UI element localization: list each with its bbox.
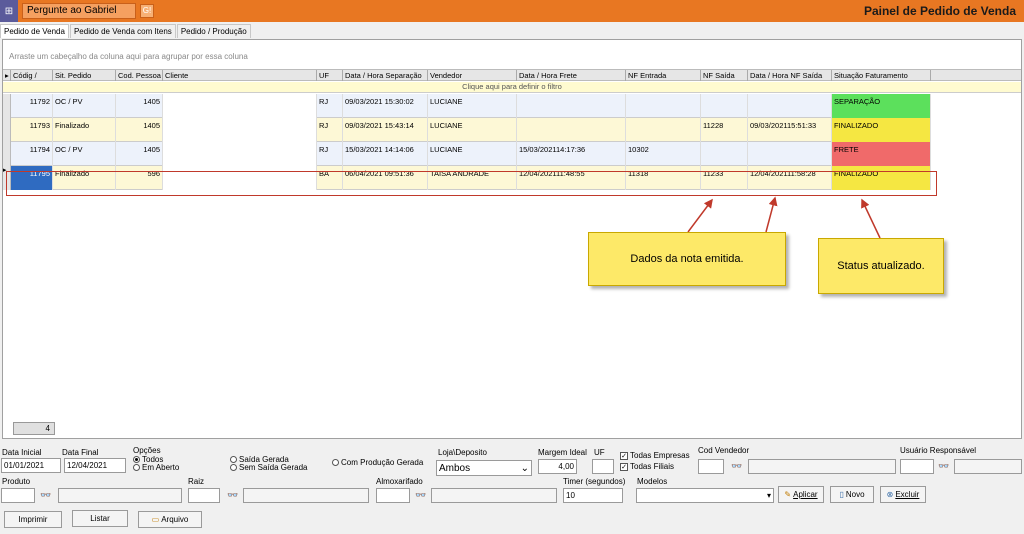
timer-label: Timer (segundos) [563,477,626,486]
aplicar-button[interactable]: ✎ Aplicar [778,486,824,503]
uf-input[interactable] [592,459,614,474]
binoculars-icon[interactable]: 👓 [40,490,51,501]
almoxarifado-label: Almoxarifado [376,477,423,486]
usuario-input[interactable] [900,459,934,474]
produto-name-field [58,488,182,503]
note-status-atualizado: Status atualizado. [818,238,944,294]
modelos-label: Modelos [637,477,668,486]
binoculars-icon[interactable]: 👓 [415,490,426,501]
raiz-label: Raiz [188,477,205,486]
raiz-name-field [243,488,369,503]
usuario-name-field [954,459,1022,474]
note-nota-emitida: Dados da nota emitida. [588,232,786,286]
opcoes-label: Opções [133,446,161,455]
binoculars-icon[interactable]: 👓 [731,461,742,472]
todas-empresas-check[interactable]: ✓ Todas Empresas [620,451,690,460]
listar-button[interactable]: Listar [72,510,128,527]
data-inicial-label: Data Inicial [2,448,42,457]
vendedor-name-field [748,459,896,474]
loja-select[interactable]: Ambos ⌄ [436,460,532,476]
arrow-nota-2 [765,196,778,233]
margem-input[interactable]: 4,00 [538,459,577,474]
arrow-status [861,198,881,239]
folder-icon: ▭ [151,515,160,524]
produto-label: Produto [2,477,31,486]
cod-vendedor-label: Cod Vendedor [698,446,750,455]
cod-vendedor-input[interactable] [698,459,724,474]
raiz-input[interactable] [188,488,220,503]
data-final-input[interactable]: 12/04/2021 [64,458,126,473]
novo-button[interactable]: ▯ Novo [830,486,874,503]
opt-em-aberto[interactable]: Em Aberto [133,463,179,472]
excluir-button[interactable]: ⊗ Excluir [880,486,926,503]
loja-label: Loja\Deposito [438,448,487,457]
binoculars-icon[interactable]: 👓 [227,490,238,501]
margem-label: Margem Ideal [538,448,587,457]
imprimir-button[interactable]: Imprimir [4,511,62,528]
timer-input[interactable]: 10 [563,488,623,503]
opt-sem-saida[interactable]: Sem Saída Gerada [230,463,307,472]
usuario-label: Usuário Responsável [900,446,977,455]
pencil-icon: ✎ [784,490,792,499]
data-final-label: Data Final [62,448,99,457]
delete-icon: ⊗ [886,490,894,499]
chevron-down-icon: ⌄ [520,463,529,474]
new-file-icon: ▯ [839,490,844,499]
almoxarifado-input[interactable] [376,488,410,503]
uf-label: UF [594,448,605,457]
almoxarifado-name-field [431,488,557,503]
data-inicial-input[interactable]: 01/01/2021 [1,458,61,473]
chevron-down-icon: ▾ [766,491,771,500]
opt-com-producao[interactable]: Com Produção Gerada [332,458,423,467]
arquivo-button[interactable]: ▭ Arquivo [138,511,202,528]
binoculars-icon[interactable]: 👓 [938,461,949,472]
produto-input[interactable] [1,488,35,503]
todas-filiais-check[interactable]: ✓ Todas Filiais [620,462,674,471]
arrow-nota-1 [687,198,713,233]
modelos-select[interactable]: ▾ [636,488,774,503]
